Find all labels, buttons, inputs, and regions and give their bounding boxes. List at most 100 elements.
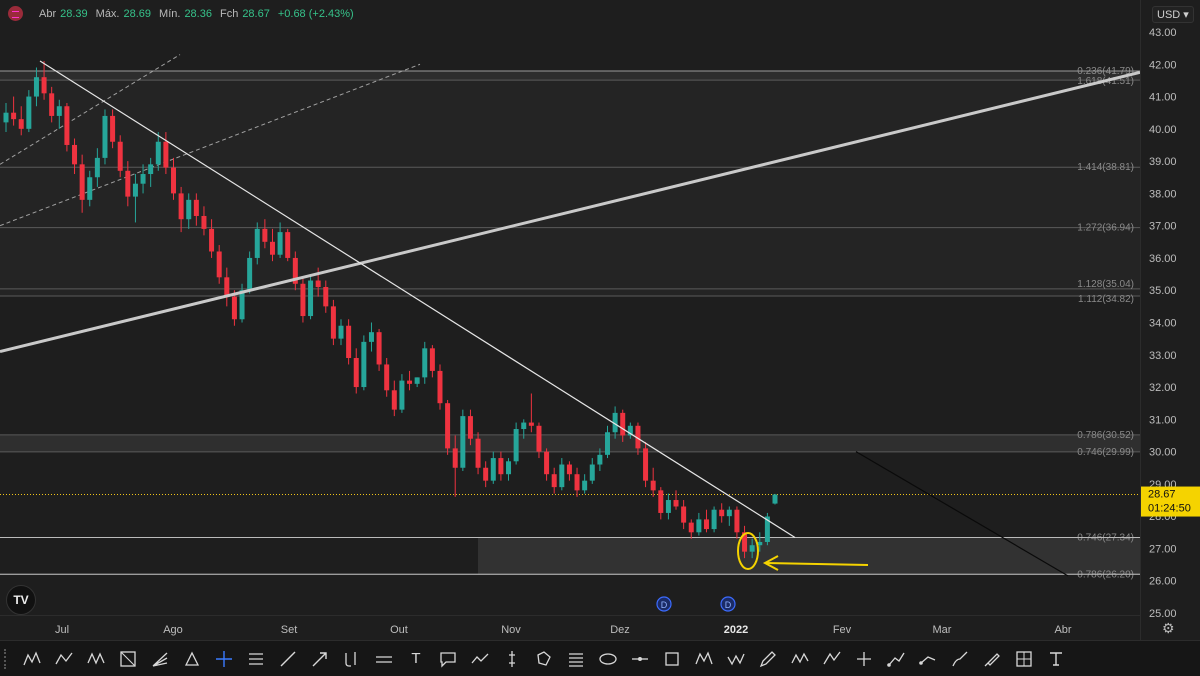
horizontal-ray-icon[interactable]	[627, 646, 653, 672]
candle-body	[688, 522, 694, 533]
candle-body	[247, 257, 253, 291]
fib-label: 1.112(34.82)	[1078, 294, 1134, 305]
parallel-channel-icon[interactable]	[371, 646, 397, 672]
ellipse-icon[interactable]	[595, 646, 621, 672]
wxyz-wave-icon[interactable]	[787, 646, 813, 672]
elliott-wave-icon[interactable]	[691, 646, 717, 672]
time-tick-label: Ago	[163, 624, 183, 636]
price-chart[interactable]: 0.236(41.79)1.618(41.51)1.414(38.81)1.27…	[0, 0, 1141, 640]
pencil-icon[interactable]	[755, 646, 781, 672]
candle-body	[483, 467, 489, 481]
candle-body	[597, 454, 603, 465]
candle-body	[574, 474, 580, 491]
crosshair-icon[interactable]	[211, 646, 237, 672]
fib-band-top	[0, 71, 1140, 81]
text-note-icon[interactable]	[1043, 646, 1069, 672]
chart-area[interactable]: 0.236(41.79)1.618(41.51)1.414(38.81)1.27…	[0, 0, 1141, 640]
tradingview-logo[interactable]: TV	[6, 585, 36, 615]
candle-body	[696, 519, 702, 533]
high-label: Máx.	[95, 7, 120, 20]
candle-body	[452, 448, 458, 468]
candle-body	[94, 157, 100, 178]
ace-wave-icon[interactable]	[819, 646, 845, 672]
dividend-marker-label: D	[661, 600, 668, 610]
candle-body	[201, 215, 207, 229]
candle-body	[726, 509, 732, 517]
time-axis[interactable]: Jul Ago Set Out Nov Dez 2022 Fev Mar Abr	[0, 615, 1140, 641]
time-tick-label: Nov	[501, 624, 521, 636]
candle-body	[399, 380, 405, 410]
candle-body	[216, 251, 222, 278]
fib-band-middle	[0, 434, 1140, 452]
measure-icon[interactable]	[1011, 646, 1037, 672]
toolbar-grip-icon[interactable]	[4, 648, 16, 669]
candle-body	[544, 451, 550, 475]
square-pattern-icon[interactable]	[115, 646, 141, 672]
price-tick-label: 35.00	[1149, 285, 1177, 297]
candle-body	[368, 332, 374, 342]
candle-body	[64, 106, 70, 145]
triangle-pattern-icon[interactable]	[83, 646, 109, 672]
time-tick-label: Abr	[1054, 624, 1071, 636]
brush-icon[interactable]	[947, 646, 973, 672]
arrow-icon[interactable]	[307, 646, 333, 672]
candle-body	[559, 464, 565, 488]
fib-zone-upper	[0, 80, 1140, 297]
dividend-marker-label: D	[725, 600, 732, 610]
fan-icon[interactable]	[147, 646, 173, 672]
projection-icon[interactable]	[883, 646, 909, 672]
chevron-down-icon: ▾	[1183, 9, 1189, 21]
symbol-logo-icon[interactable]	[8, 6, 23, 21]
candle-body	[528, 422, 534, 426]
highlighter-icon[interactable]	[979, 646, 1005, 672]
callout-icon[interactable]	[435, 646, 461, 672]
candle-body	[72, 144, 78, 165]
rectangle-icon[interactable]	[659, 646, 685, 672]
candle-body	[178, 193, 184, 220]
polyline-icon[interactable]	[467, 646, 493, 672]
fib-label: 1.272(36.94)	[1077, 223, 1134, 234]
candle-body	[254, 228, 260, 258]
candle-body	[285, 232, 291, 258]
price-tick-label: 26.00	[1149, 576, 1177, 588]
time-tick-label: Dez	[610, 624, 630, 636]
pattern-icon[interactable]	[531, 646, 557, 672]
wxy-wave-icon[interactable]	[723, 646, 749, 672]
candle-body	[604, 432, 610, 455]
xabcd-pattern-icon[interactable]	[19, 646, 45, 672]
candle-body	[772, 494, 778, 504]
drawing-toolbar: T	[0, 640, 1200, 676]
candle-body	[110, 115, 116, 142]
low-label: Mín.	[159, 7, 181, 20]
currency-selector[interactable]: USD ▾	[1152, 6, 1194, 23]
candle-body	[353, 358, 359, 388]
settings-icon[interactable]: ⚙	[1162, 620, 1175, 637]
fib-band-bottom	[478, 537, 1140, 575]
trend-line-icon[interactable]	[275, 646, 301, 672]
candle-body	[49, 93, 55, 116]
countdown-value: 01:24:50	[1148, 503, 1191, 515]
candle-body	[148, 164, 154, 175]
fib-levels-icon[interactable]	[563, 646, 589, 672]
text-icon[interactable]: T	[403, 646, 429, 672]
close-value: 28.67	[242, 7, 270, 20]
candle-body	[193, 199, 199, 216]
candle-body	[734, 509, 740, 533]
candle-body	[140, 174, 146, 184]
long-position-icon[interactable]	[499, 646, 525, 672]
anchored-line-icon[interactable]	[915, 646, 941, 672]
candle-body	[422, 348, 428, 378]
cross-line-icon[interactable]	[851, 646, 877, 672]
candle-body	[429, 348, 435, 371]
time-tick-label: Fev	[833, 624, 852, 636]
triangle-icon[interactable]	[179, 646, 205, 672]
candle-body	[330, 306, 336, 339]
time-tick-label: Out	[390, 624, 408, 636]
candle-body	[551, 474, 557, 488]
price-tick-label: 40.00	[1149, 124, 1177, 136]
path-icon[interactable]	[339, 646, 365, 672]
price-axis[interactable]: 43.00 42.00 41.00 40.00 39.00 38.00 37.00 36.00…	[1140, 0, 1200, 640]
abcd-pattern-icon[interactable]	[51, 646, 77, 672]
candle-body	[475, 438, 481, 468]
fib-retracement-icon[interactable]	[243, 646, 269, 672]
